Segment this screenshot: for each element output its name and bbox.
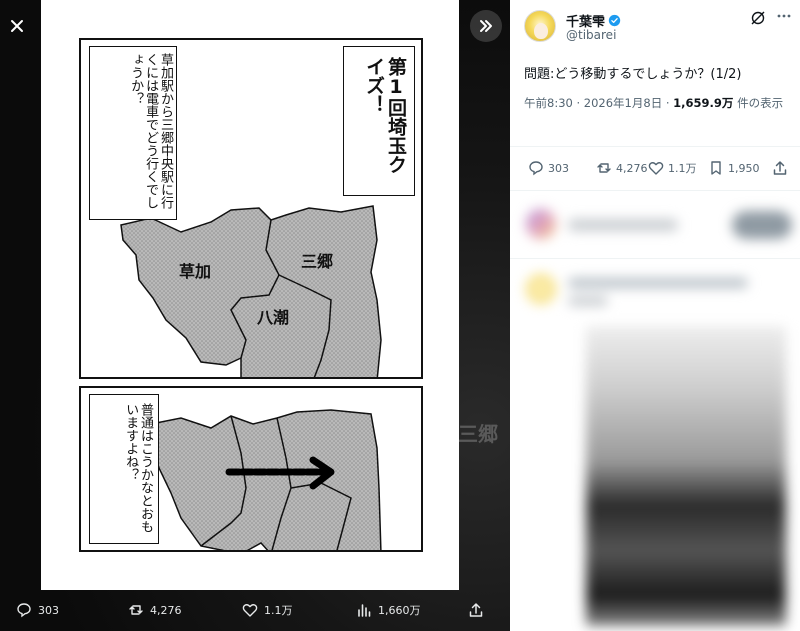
map-label-misato: 三郷 (301, 252, 334, 271)
reply-media-blurred (586, 326, 786, 626)
tweet-meta: 午前8:30 · 2026年1月8日 · 1,659.9万 件の表示 (524, 95, 794, 113)
share-icon (469, 603, 483, 617)
share-button[interactable] (772, 160, 788, 176)
more-options-button[interactable] (776, 8, 792, 28)
tweet-detail-panel: 千葉雫 @tibarei 問題:どう移動するでしょうか？(1/2) 午前8:30… (510, 0, 800, 631)
bookmark-icon (711, 161, 721, 175)
composer-post-button (732, 211, 792, 239)
reply-header-bar (568, 278, 748, 288)
manga-panel-1: 草加 三郷 八潮 草加駅から三郷中央駅に行くには電車でどう行くでしょうか？ 第1… (79, 38, 423, 379)
question-balloon: 草加駅から三郷中央駅に行くには電車でどう行くでしょうか？ (89, 46, 177, 220)
map-label-yashio: 八潮 (257, 308, 290, 327)
media-action-bar: 303 4,276 1.1万 1,660万 (0, 593, 510, 627)
reply-item[interactable] (524, 270, 794, 631)
divider (510, 146, 800, 147)
reply-avatar (526, 274, 556, 304)
share-icon (773, 161, 787, 175)
grok-button[interactable] (750, 10, 766, 30)
tweet-timestamp[interactable]: 午前8:30 · 2026年1月8日 · (524, 96, 673, 110)
media-like-button[interactable]: 1.1万 (242, 602, 293, 618)
heart-icon (242, 604, 258, 617)
close-button[interactable] (2, 10, 32, 42)
divider (510, 258, 800, 259)
reply-icon (17, 603, 31, 618)
composer-placeholder-bar (568, 219, 678, 231)
media-viewer: 三郷 草加 三郷 八潮 草加駅から三郷中央駅に行くには電車でどう行くでしょうか？… (0, 0, 510, 631)
verified-badge-icon (608, 14, 621, 27)
media-views-button[interactable]: 1,660万 (356, 602, 421, 618)
assumption-balloon: 普通はこうかなとおもいますよね？ (89, 394, 159, 544)
media-like-count: 1.1万 (264, 604, 293, 617)
media-repost-button[interactable]: 4,276 (128, 602, 182, 618)
heart-icon (648, 162, 664, 175)
repost-button[interactable]: 4,276 (596, 160, 648, 176)
tweet-view-count: 1,659.9万 (673, 96, 734, 110)
avatar[interactable] (524, 10, 556, 42)
repost-count: 4,276 (616, 161, 648, 175)
bookmark-count: 1,950 (728, 161, 760, 175)
like-button[interactable]: 1.1万 (648, 160, 697, 176)
repost-icon (597, 163, 611, 173)
composer-avatar (526, 209, 556, 239)
reply-text-bar (568, 296, 608, 306)
tweet-actions: 303 4,276 1.1万 1,950 (524, 158, 794, 180)
quiz-title-balloon: 第1回埼玉クイズ！ (343, 46, 415, 196)
expand-sidebar-button[interactable] (470, 10, 502, 42)
grok-icon (751, 11, 765, 25)
reply-button[interactable]: 303 (528, 160, 569, 176)
manga-panel-2: 普通はこうかなとおもいますよね？ (79, 386, 423, 552)
background-ghost-text: 三郷 (458, 422, 498, 446)
media-share-button[interactable] (468, 602, 484, 618)
media-reply-button[interactable]: 303 (16, 602, 59, 618)
close-icon (11, 20, 23, 32)
media-repost-count: 4,276 (150, 603, 182, 617)
media-view-count: 1,660万 (378, 604, 421, 617)
divider (510, 190, 800, 191)
tweet-text: 問題:どう移動するでしょうか？(1/2) (524, 67, 742, 82)
reply-composer[interactable] (524, 205, 794, 245)
bar-chart-icon (358, 604, 371, 617)
more-icon (777, 14, 791, 18)
like-count: 1.1万 (668, 162, 697, 175)
media-reply-count: 303 (38, 603, 59, 617)
tweet-view-label: 件の表示 (733, 96, 784, 110)
chevrons-right-icon (480, 20, 492, 32)
repost-icon (129, 605, 143, 615)
bookmark-button[interactable]: 1,950 (708, 160, 760, 176)
user-handle[interactable]: @tibarei (566, 28, 616, 42)
reply-icon (529, 161, 543, 176)
manga-page: 草加 三郷 八潮 草加駅から三郷中央駅に行くには電車でどう行くでしょうか？ 第1… (41, 0, 459, 590)
map-label-soka: 草加 (179, 262, 212, 281)
reply-count: 303 (548, 161, 569, 175)
